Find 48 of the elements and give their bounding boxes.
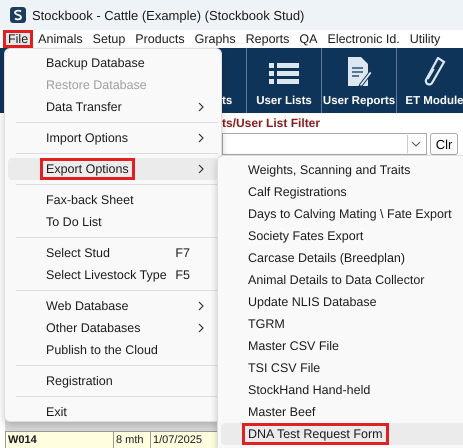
menu-item[interactable]: Export Options — [8, 158, 218, 180]
menu-item[interactable]: Fax-back Sheet — [8, 189, 218, 211]
menu-item[interactable]: Registration — [8, 370, 218, 392]
menu-item[interactable]: Backup Database — [8, 52, 218, 74]
menu-item[interactable]: Import Options — [8, 127, 218, 149]
menu-bar-item[interactable]: Graphs — [190, 30, 241, 48]
table-cell: 8 mth — [113, 432, 150, 448]
window-title: Stockbook - Cattle (Example) (Stockbook Stud) — [32, 8, 304, 22]
menu-item[interactable]: StockHand Hand-held — [221, 379, 463, 401]
toolbar-button[interactable]: User Lists — [247, 48, 322, 113]
menu-bar-item[interactable]: Animals — [33, 30, 88, 48]
toolbar-button[interactable]: User Reports — [322, 48, 397, 113]
menu-item[interactable]: Web Database — [8, 295, 218, 317]
menu-bar-item[interactable]: File — [3, 30, 34, 48]
menu-item[interactable]: Weights, Scanning and Traits — [221, 159, 463, 181]
menu-item[interactable]: To Do List — [8, 211, 218, 233]
menu-bar-item[interactable]: QA — [294, 30, 322, 48]
menu-item[interactable]: Animal Details to Data Collector — [221, 269, 463, 291]
menu-bar-item[interactable]: Setup — [88, 30, 130, 48]
test-tube-icon — [424, 57, 446, 87]
menu-bar-item[interactable]: Electronic Id. — [322, 30, 405, 48]
menu-item[interactable]: Society Fates Export — [221, 225, 463, 247]
menu-item[interactable]: Days to Calving Mating \ Fate Export — [221, 203, 463, 225]
menu-bar-item[interactable]: Reports — [240, 30, 294, 48]
menu-item[interactable]: Carcase Details (Breedplan) — [221, 247, 463, 269]
menu-item[interactable]: Publish to the Cloud — [8, 339, 218, 361]
menu-item[interactable]: TSI CSV File — [221, 357, 463, 379]
menu-item[interactable]: Update NLIS Database — [221, 291, 463, 313]
menu-item[interactable]: Data Transfer — [8, 96, 218, 118]
menu-item[interactable]: Select Stud F7 — [8, 242, 218, 264]
menu-item[interactable]: DNA Test Request Form — [221, 423, 463, 445]
menu-item[interactable]: Select Livestock Type F5 — [8, 264, 218, 286]
menu-bar-item[interactable]: Products — [130, 30, 190, 48]
filter-dropdown[interactable] — [222, 133, 427, 155]
menu-item[interactable]: Master CSV File — [221, 335, 463, 357]
toolbar-button[interactable]: ET Module — [397, 48, 463, 113]
menu-item[interactable]: Calf Registrations — [221, 181, 463, 203]
clear-button[interactable]: Clr — [430, 133, 458, 155]
menu-bar-item[interactable]: Utility — [404, 30, 446, 48]
list-icon — [269, 61, 299, 87]
filter-label: ts/User List Filter — [222, 115, 322, 131]
table-cell: W014 — [5, 432, 113, 448]
menu-item[interactable]: Other Databases — [8, 317, 218, 339]
app-logo-icon — [10, 7, 26, 23]
document-pencil-icon — [346, 57, 372, 87]
menu-item[interactable]: Exit — [8, 401, 218, 423]
menu-item[interactable]: Master Beef — [221, 401, 463, 423]
menu-item[interactable]: TGRM — [221, 313, 463, 335]
